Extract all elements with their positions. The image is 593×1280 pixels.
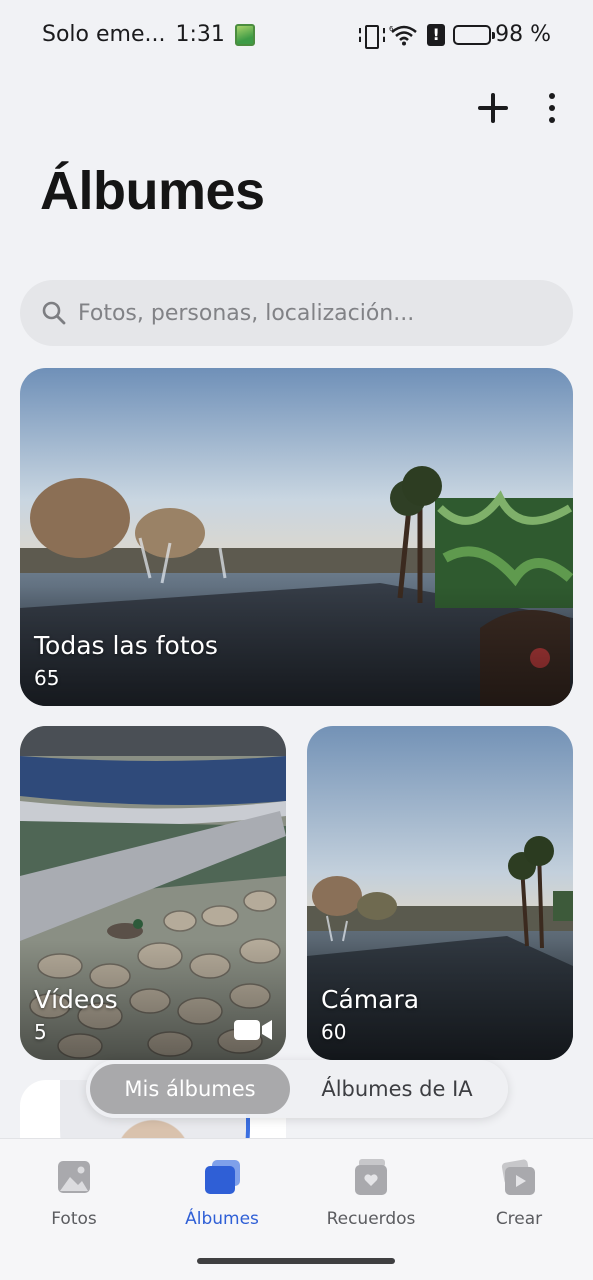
albums-icon (205, 1160, 240, 1194)
album-card-camera[interactable]: Cámara 60 (307, 726, 573, 1060)
search-icon (42, 301, 66, 325)
search-input[interactable] (78, 300, 538, 326)
nav-label: Recuerdos (326, 1209, 416, 1229)
nav-item-memories[interactable]: Recuerdos (311, 1157, 431, 1229)
gallery-notification-icon (234, 23, 255, 46)
album-name: Vídeos (34, 985, 118, 1014)
svg-text:6: 6 (389, 25, 394, 33)
battery-percent: 98 % (495, 22, 551, 47)
album-card-all-photos[interactable]: Todas las fotos 65 (20, 368, 573, 706)
more-vertical-icon[interactable] (541, 86, 563, 130)
create-icon (501, 1159, 535, 1195)
nav-item-photos[interactable]: Fotos (14, 1157, 134, 1229)
tab-my-albums[interactable]: Mis álbumes (90, 1064, 290, 1114)
album-name: Cámara (321, 985, 420, 1014)
album-count: 65 (34, 666, 60, 690)
nav-label: Fotos (51, 1209, 97, 1229)
nav-label: Álbumes (185, 1209, 259, 1229)
nav-label: Crear (495, 1209, 543, 1229)
alert-icon: ! (427, 23, 446, 46)
search-bar[interactable] (20, 280, 573, 346)
nav-item-create[interactable]: Crear (459, 1157, 579, 1229)
photo-icon (58, 1161, 90, 1193)
status-bar: Solo eme... 1:31 6 ! 98 % (0, 0, 593, 72)
plus-icon[interactable] (471, 86, 515, 130)
header-actions (471, 86, 563, 130)
memories-icon (355, 1159, 387, 1195)
page-title: Álbumes (40, 161, 265, 221)
album-name: Todas las fotos (34, 631, 218, 660)
video-camera-icon (234, 1020, 272, 1040)
wifi-icon: 6 (389, 25, 417, 45)
status-time: 1:31 (175, 22, 225, 47)
album-card-videos[interactable]: Vídeos 5 (20, 726, 286, 1060)
tab-ai-albums[interactable]: Álbumes de IA (290, 1064, 504, 1114)
album-type-toggle: Mis álbumes Álbumes de IA (86, 1060, 508, 1118)
vibrate-icon (359, 23, 386, 49)
battery-icon (453, 24, 496, 45)
home-indicator[interactable] (197, 1258, 395, 1264)
carrier-label: Solo eme... (42, 22, 166, 47)
album-count: 60 (321, 1020, 347, 1044)
album-count: 5 (34, 1020, 47, 1044)
nav-item-albums[interactable]: Álbumes (162, 1157, 282, 1229)
